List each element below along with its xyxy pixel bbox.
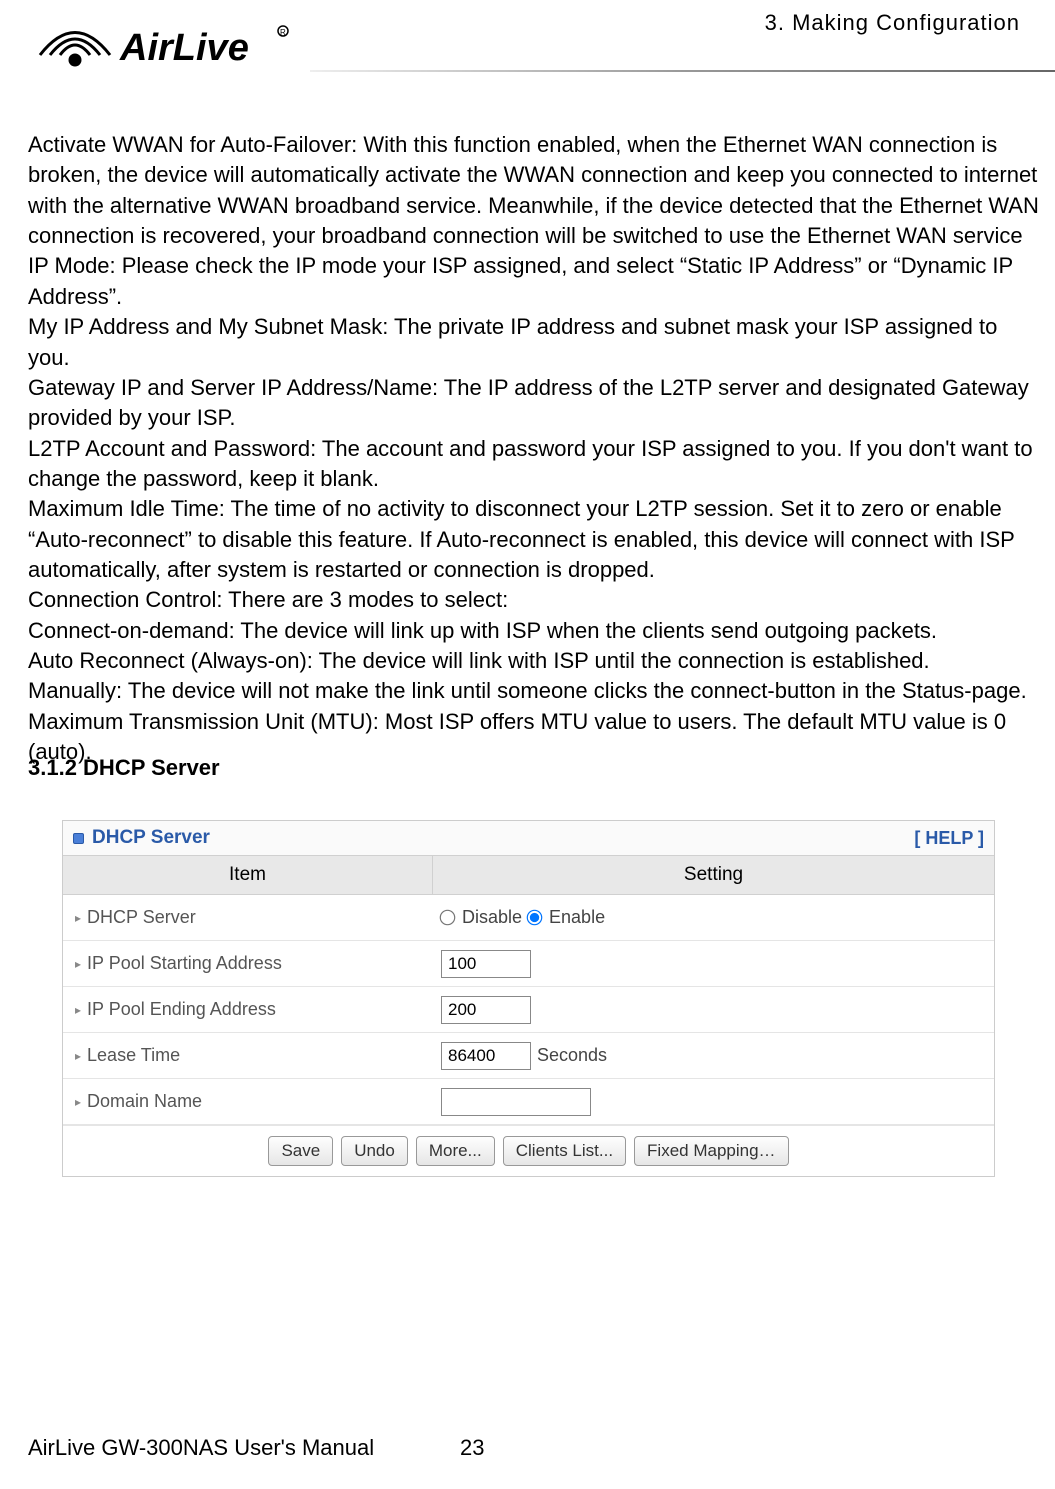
arrow-icon: ▸ [75,911,81,925]
label-text: Domain Name [87,1091,202,1112]
paragraph: Gateway IP and Server IP Address/Name: T… [28,373,1040,434]
arrow-icon: ▸ [75,1003,81,1017]
row-setting-dhcp-server: Disable Enable [433,901,994,934]
body-content: Activate WWAN for Auto-Failover: With th… [28,130,1040,768]
label-text: IP Pool Ending Address [87,999,276,1020]
paragraph: L2TP Account and Password: The account a… [28,434,1040,495]
lease-input[interactable] [441,1042,531,1070]
row-label-lease: ▸ Lease Time [63,1035,433,1076]
paragraph: Connection Control: There are 3 modes to… [28,585,1040,615]
label-text: DHCP Server [87,907,196,928]
paragraph: My IP Address and My Subnet Mask: The pr… [28,312,1040,373]
dhcp-server-panel: DHCP Server [ HELP ] Item Setting ▸ DHCP… [62,820,995,1177]
paragraph: Maximum Idle Time: The time of no activi… [28,494,1040,585]
radio-disable-label: Disable [462,907,522,928]
row-label-domain: ▸ Domain Name [63,1081,433,1122]
row-setting-ip-end [433,990,994,1030]
footer-manual-name: AirLive GW-300NAS User's Manual [28,1435,374,1461]
header-divider [310,70,1055,72]
airlive-logo: AirLive R [30,5,310,90]
table-row: ▸ IP Pool Ending Address [63,987,994,1033]
fixed-mapping-button[interactable]: Fixed Mapping… [634,1136,789,1166]
ip-end-input[interactable] [441,996,531,1024]
paragraph: IP Mode: Please check the IP mode your I… [28,251,1040,312]
ip-start-input[interactable] [441,950,531,978]
table-header: Item Setting [63,856,994,895]
help-link[interactable]: [ HELP ] [914,828,984,849]
table-row: ▸ DHCP Server Disable Enable [63,895,994,941]
radio-enable[interactable] [527,910,543,926]
footer-page-number: 23 [460,1435,484,1461]
more-button[interactable]: More... [416,1136,495,1166]
radio-disable[interactable] [440,910,456,926]
table-row: ▸ Lease Time Seconds [63,1033,994,1079]
panel-header: DHCP Server [ HELP ] [63,821,994,856]
paragraph: Connect-on-demand: The device will link … [28,616,1040,646]
button-bar: Save Undo More... Clients List... Fixed … [63,1125,994,1176]
paragraph: Auto Reconnect (Always-on): The device w… [28,646,1040,676]
svg-text:R: R [280,28,286,37]
row-label-ip-start: ▸ IP Pool Starting Address [63,943,433,984]
arrow-icon: ▸ [75,1095,81,1109]
row-label-dhcp-server: ▸ DHCP Server [63,897,433,938]
undo-button[interactable]: Undo [341,1136,408,1166]
clients-list-button[interactable]: Clients List... [503,1136,626,1166]
svg-text:AirLive: AirLive [119,27,249,69]
paragraph: Manually: The device will not make the l… [28,676,1040,706]
paragraph: Activate WWAN for Auto-Failover: With th… [28,130,1040,251]
lease-unit: Seconds [537,1045,607,1066]
row-label-ip-end: ▸ IP Pool Ending Address [63,989,433,1030]
page-header: AirLive R 3. Making Configuration [0,0,1055,100]
arrow-icon: ▸ [75,957,81,971]
row-setting-domain [433,1082,994,1122]
row-setting-ip-start [433,944,994,984]
chapter-label: 3. Making Configuration [765,10,1020,36]
label-text: IP Pool Starting Address [87,953,282,974]
row-setting-lease: Seconds [433,1036,994,1076]
panel-title: DHCP Server [92,827,210,849]
arrow-icon: ▸ [75,1049,81,1063]
section-heading: 3.1.2 DHCP Server [28,755,220,781]
panel-icon [73,833,84,844]
domain-input[interactable] [441,1088,591,1116]
column-header-setting: Setting [433,856,994,894]
save-button[interactable]: Save [268,1136,333,1166]
table-row: ▸ IP Pool Starting Address [63,941,994,987]
radio-enable-label: Enable [549,907,605,928]
column-header-item: Item [63,856,433,894]
label-text: Lease Time [87,1045,180,1066]
table-row: ▸ Domain Name [63,1079,994,1125]
